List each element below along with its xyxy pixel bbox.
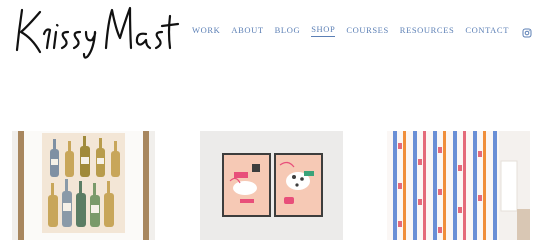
product-grid (0, 131, 540, 240)
nav-about[interactable]: ABOUT (231, 23, 263, 37)
nav-shop[interactable]: SHOP (311, 22, 336, 37)
instagram-icon[interactable] (522, 25, 532, 37)
nav-contact[interactable]: CONTACT (465, 23, 509, 37)
nav-work[interactable]: WORK (192, 23, 220, 37)
champagne-bottles-art-print (12, 131, 155, 240)
main-nav: WORK ABOUT BLOG SHOP COURSES RESOURCES C… (192, 22, 532, 37)
framed-pink-art-prints (200, 131, 343, 240)
patterned-shower-curtain (387, 131, 530, 240)
logo-script (15, 6, 180, 59)
nav-courses[interactable]: COURSES (346, 23, 388, 37)
nav-resources[interactable]: RESOURCES (400, 23, 455, 37)
nav-blog[interactable]: BLOG (275, 23, 301, 37)
site-logo[interactable] (10, 2, 180, 62)
product-card-champagne-print[interactable] (12, 131, 155, 240)
product-card-shower-curtain[interactable] (387, 131, 530, 240)
product-card-pink-prints[interactable] (200, 131, 343, 240)
site-header: WORK ABOUT BLOG SHOP COURSES RESOURCES C… (0, 0, 540, 70)
